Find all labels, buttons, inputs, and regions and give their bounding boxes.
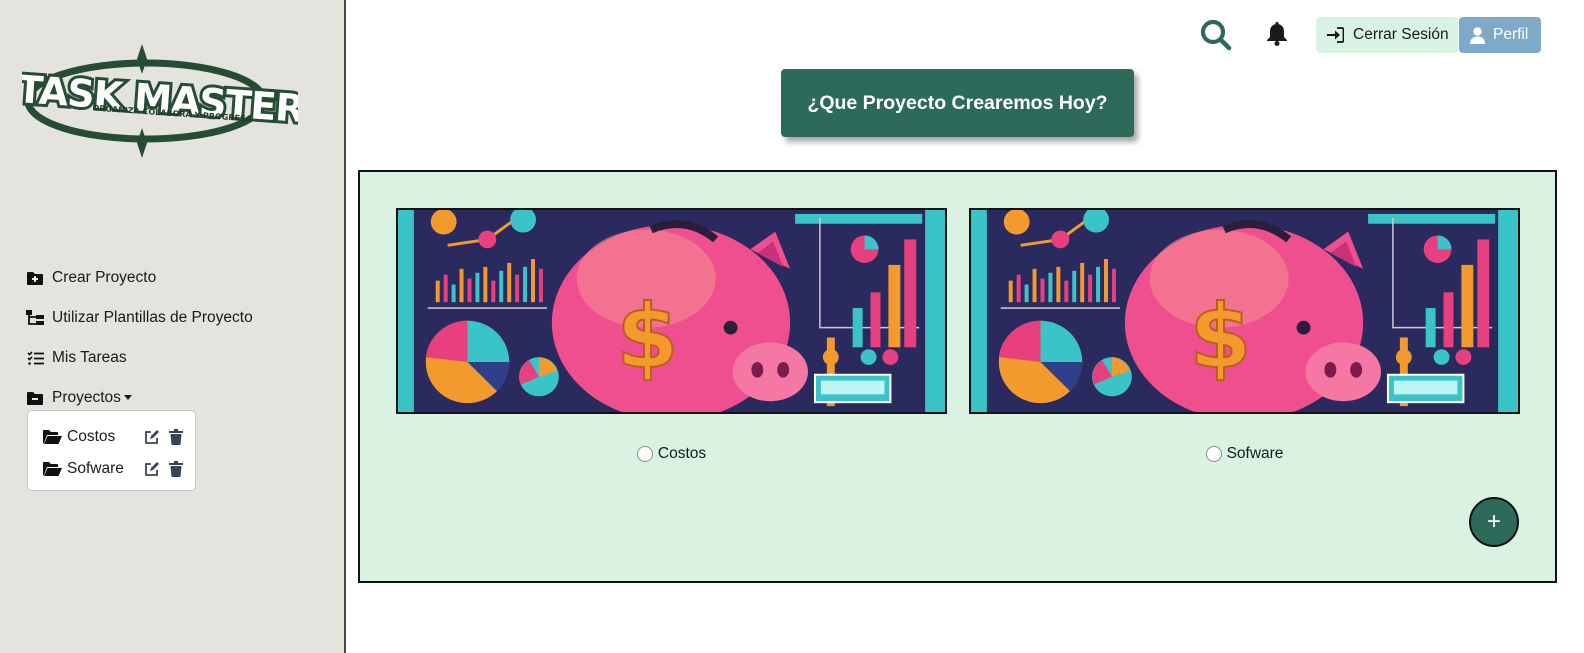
profile-button[interactable]: Perfil (1459, 17, 1541, 53)
sidebar-item-label: Utilizar Plantillas de Proyecto (52, 309, 253, 326)
svg-text:TASK MASTER: TASK MASTER (22, 67, 298, 131)
project-card[interactable]: $ Sofware (969, 208, 1520, 463)
task-master-logo[interactable]: TASK MASTER ORGANIZA COLABORA Y PROGRESA (13, 44, 309, 158)
project-radio[interactable] (636, 446, 653, 462)
projects-panel: $ Costos $ Sofware + (358, 170, 1557, 583)
project-card-name: Sofware (1226, 445, 1284, 462)
trash-icon[interactable] (167, 460, 185, 478)
project-option[interactable]: Sofware (969, 445, 1520, 463)
profile-label: Perfil (1493, 26, 1529, 43)
projects-dropdown: Costos Sofware (27, 410, 196, 491)
project-card-name: Costos (657, 445, 707, 462)
caret-down-icon (123, 394, 132, 400)
bell-icon[interactable] (1262, 18, 1292, 50)
sign-in-icon (1327, 26, 1345, 44)
edit-icon[interactable] (143, 460, 161, 478)
folder-minus-icon (26, 389, 44, 407)
project-item[interactable]: Sofware (43, 453, 195, 485)
sitemap-icon (26, 309, 44, 327)
trash-icon[interactable] (167, 428, 185, 446)
svg-text:$: $ (616, 285, 678, 387)
sidebar-item-crear-proyecto[interactable]: Crear Proyecto (26, 258, 326, 298)
search-icon[interactable] (1198, 17, 1234, 53)
folder-open-icon (43, 461, 63, 477)
sidebar-item-label: Proyectos (52, 389, 121, 406)
add-project-button[interactable]: + (1469, 497, 1519, 547)
project-cover-image[interactable]: $ (969, 208, 1520, 414)
sidebar-item-plantillas[interactable]: Utilizar Plantillas de Proyecto (26, 298, 326, 338)
user-icon (1470, 26, 1486, 44)
sidebar: TASK MASTER ORGANIZA COLABORA Y PROGRESA… (0, 0, 346, 653)
create-project-banner[interactable]: ¿Que Proyecto Crearemos Hoy? (781, 69, 1134, 137)
folder-plus-icon (26, 269, 44, 287)
sidebar-nav: Crear Proyecto Utilizar Plantillas de Pr… (26, 258, 326, 418)
list-check-icon (26, 349, 44, 367)
sidebar-item-label: Mis Tareas (52, 349, 127, 366)
sidebar-item-label: Crear Proyecto (52, 269, 157, 286)
project-radio[interactable] (1205, 446, 1222, 462)
project-card[interactable]: $ Costos (396, 208, 947, 463)
project-item[interactable]: Costos (43, 421, 195, 453)
logout-label: Cerrar Sesión (1353, 26, 1449, 43)
project-name[interactable]: Costos (67, 428, 143, 446)
folder-open-icon (43, 429, 63, 445)
svg-text:$: $ (1189, 285, 1251, 387)
sidebar-item-mis-tareas[interactable]: Mis Tareas (26, 338, 326, 378)
project-cover-image[interactable]: $ (396, 208, 947, 414)
edit-icon[interactable] (143, 428, 161, 446)
project-name[interactable]: Sofware (67, 460, 143, 478)
project-option[interactable]: Costos (396, 445, 947, 463)
logout-button[interactable]: Cerrar Sesión (1316, 17, 1458, 53)
